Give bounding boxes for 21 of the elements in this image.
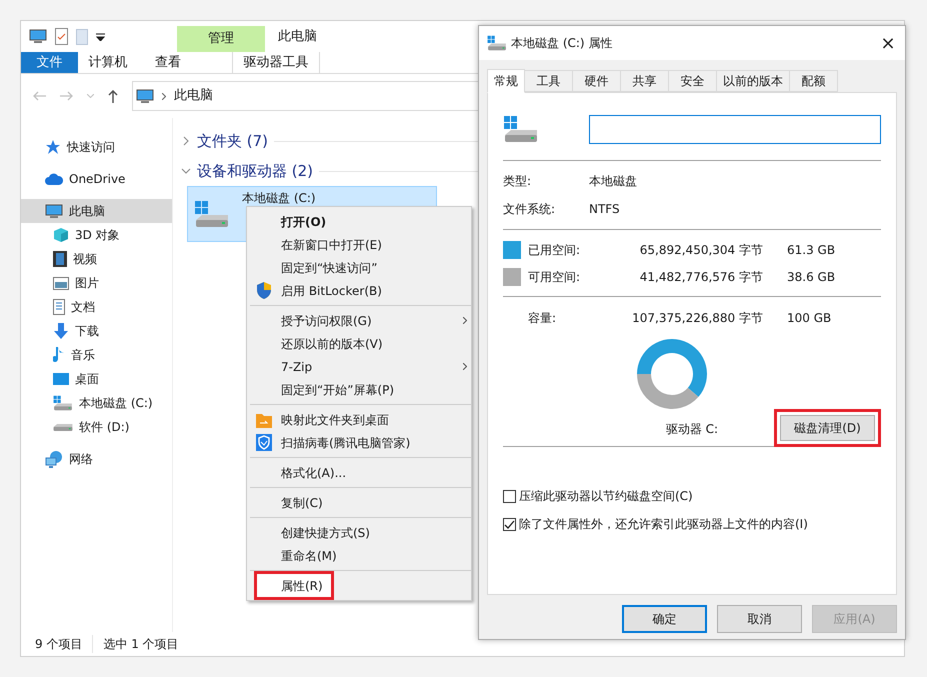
field-label: 类型: <box>503 173 532 190</box>
field-label: 文件系统: <box>503 201 556 218</box>
capacity-size: 100 GB <box>787 310 832 327</box>
space-label: 已用空间: <box>528 242 582 258</box>
space-size: 61.3 GB <box>787 242 836 258</box>
space-label: 可用空间: <box>528 268 582 286</box>
address-text: 此电脑 <box>174 87 213 106</box>
field-value: 本地磁盘 <box>589 173 637 190</box>
dialog-title: 本地磁盘 (C:) 属性 <box>511 35 614 52</box>
drive-label: 驱动器 C: <box>666 420 718 438</box>
checkbox-label: 压缩此驱动器以节约磁盘空间(C) <box>519 488 693 505</box>
capacity-bytes: 107,375,226,880 字节 <box>631 310 763 327</box>
space-size: 38.6 GB <box>787 268 836 286</box>
status-text: 9 个项目 <box>35 636 82 653</box>
space-bytes: 41,482,776,576 字节 <box>638 268 763 286</box>
field-value: NTFS <box>589 201 620 218</box>
checkbox-label: 除了文件属性外，还允许索引此驱动器上文件的内容(I) <box>519 516 808 533</box>
status-text: 选中 1 个项目 <box>92 635 179 653</box>
window-title: 此电脑 <box>278 28 317 46</box>
space-bytes: 65,892,450,304 字节 <box>638 242 763 258</box>
capacity-label: 容量: <box>528 310 558 327</box>
